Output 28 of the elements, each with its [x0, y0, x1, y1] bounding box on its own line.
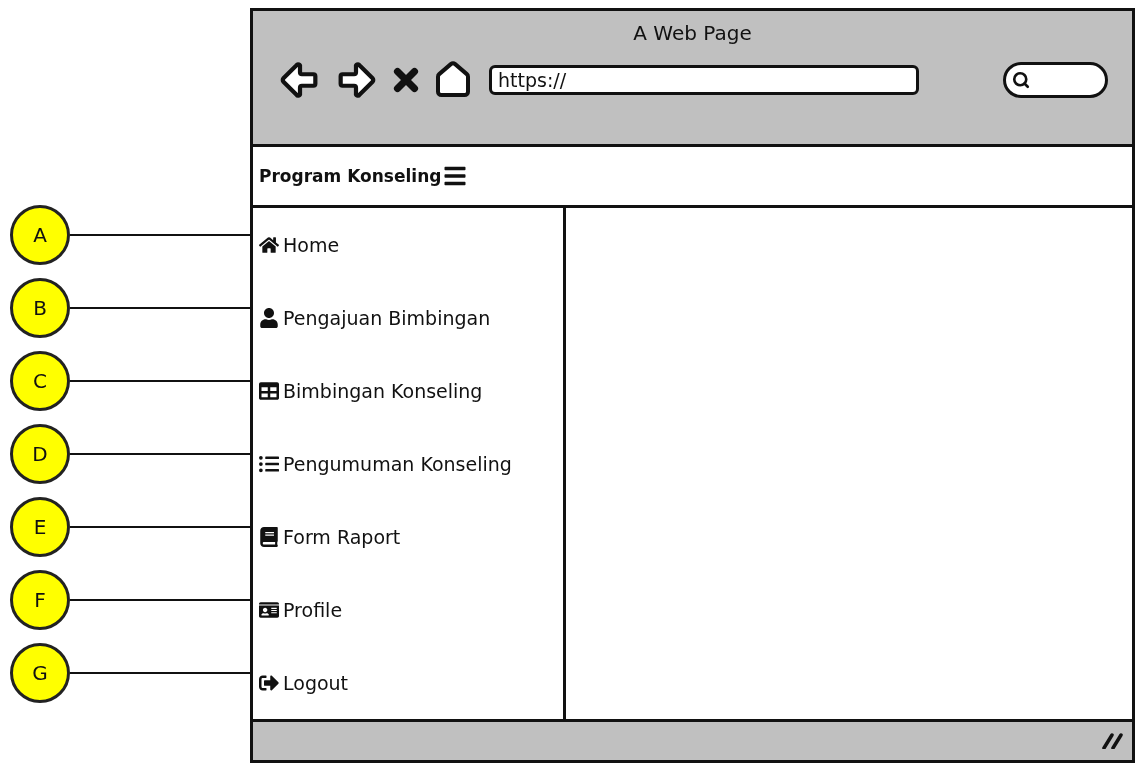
callout-marker: E: [10, 496, 70, 557]
table-icon: [259, 380, 279, 401]
callout-marker: B: [10, 277, 70, 338]
sidebar-item[interactable]: Bimbingan Konseling: [253, 354, 563, 427]
callout-marker: D: [10, 423, 70, 484]
sidebar-item[interactable]: Form Raport: [253, 500, 563, 573]
search-icon: [1012, 71, 1030, 89]
callout-marker: F: [10, 569, 70, 630]
home-icon: [259, 234, 279, 255]
window-title: A Web Page: [633, 21, 752, 45]
menu-icon[interactable]: [443, 164, 468, 188]
sidebar-item[interactable]: Home: [253, 208, 563, 281]
callout-marker: C: [10, 350, 70, 411]
address-field[interactable]: https://: [489, 65, 919, 95]
home-button[interactable]: [433, 60, 473, 100]
user-icon: [259, 307, 279, 328]
list-icon: [259, 453, 279, 474]
sidebar-item[interactable]: Pengajuan Bimbingan: [253, 281, 563, 354]
sidebar-item[interactable]: Profile: [253, 573, 563, 646]
book-icon: [259, 526, 279, 547]
id-card-icon: [259, 599, 279, 620]
sidebar-item[interactable]: Logout: [253, 646, 563, 719]
callout-marker: G: [10, 642, 70, 703]
sidebar-item[interactable]: Pengumuman Konseling: [253, 427, 563, 500]
brand-title: Program Konseling: [259, 166, 442, 186]
callout-marker: A: [10, 204, 70, 265]
resize-grip-icon[interactable]: [1102, 733, 1124, 749]
search-field[interactable]: [1003, 62, 1108, 98]
